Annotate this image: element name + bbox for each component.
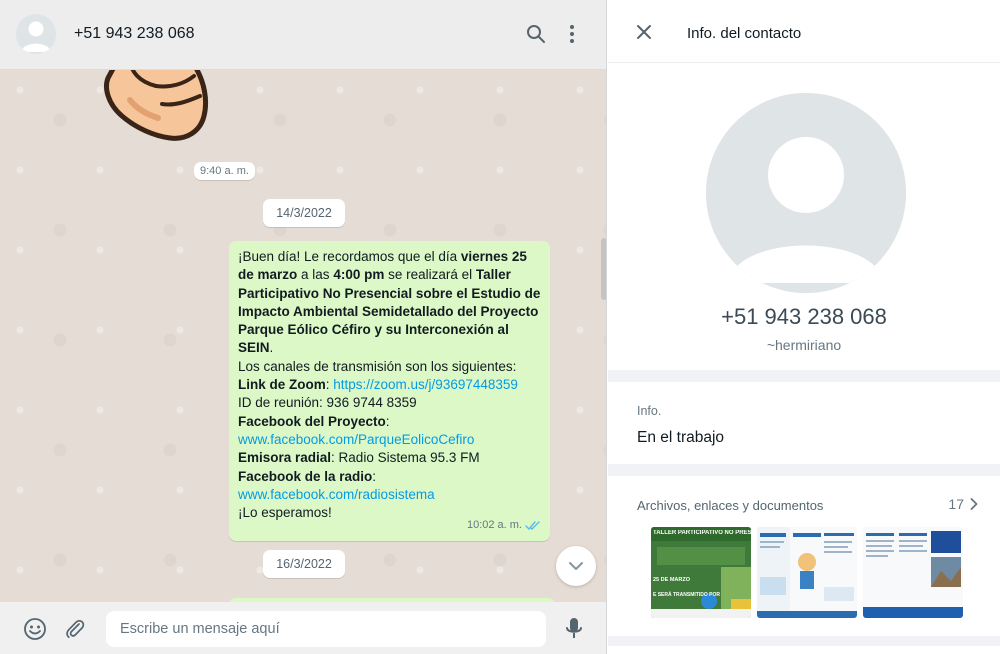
message-composer bbox=[0, 602, 606, 654]
contact-phone: +51 943 238 068 bbox=[721, 304, 887, 329]
date-divider: 14/3/2022 bbox=[263, 199, 345, 227]
media-thumbnail[interactable] bbox=[863, 527, 963, 618]
profile-card: +51 943 238 068 ~hermiriano bbox=[608, 63, 1000, 370]
default-avatar-icon bbox=[706, 93, 906, 293]
brochure-image bbox=[757, 527, 857, 618]
scroll-down-button[interactable] bbox=[556, 546, 596, 586]
about-label: Info. bbox=[637, 404, 662, 418]
more-vertical-icon[interactable] bbox=[558, 20, 586, 48]
contact-info-header: Info. del contacto bbox=[608, 0, 1000, 63]
message-line-fb-radio-label: Facebook de la radio: bbox=[238, 468, 377, 484]
media-thumbnail[interactable]: TALLER PARTICIPATIVO NO PRESENCI 25 DE M… bbox=[651, 527, 751, 618]
next-section-card bbox=[608, 646, 1000, 654]
outgoing-message[interactable]: ¡Buen día! Le recordamos que el día vier… bbox=[229, 241, 550, 541]
message-line-meeting-id: ID de reunión: 936 9744 8359 bbox=[238, 395, 417, 411]
media-card: Archivos, enlaces y documentos 17 TALLER… bbox=[608, 476, 1000, 636]
emoji-icon[interactable] bbox=[22, 616, 48, 642]
message-input[interactable] bbox=[106, 611, 546, 647]
message-line-radio: Emisora radial: Radio Sistema 95.3 FM bbox=[238, 450, 480, 466]
brochure-image bbox=[863, 527, 963, 618]
scrollbar-thumb[interactable] bbox=[601, 238, 606, 300]
message-time: 10:02 a. m. bbox=[466, 519, 522, 532]
contact-info-title: Info. del contacto bbox=[687, 25, 802, 42]
chat-pane: +51 943 238 068 9:40 a. m. 14/3/2022 ¡Bu… bbox=[0, 0, 607, 654]
media-count-button[interactable]: 17 bbox=[948, 496, 978, 512]
message-line-channels: Los canales de transmisión son los sigui… bbox=[238, 358, 517, 374]
message-line-zoom: Link de Zoom: https://zoom.us/j/93697448… bbox=[238, 377, 518, 393]
message-text: ¡Buen día! Le recordamos que el día vier… bbox=[238, 249, 541, 356]
profile-photo[interactable] bbox=[706, 93, 906, 293]
about-card: Info. En el trabajo bbox=[608, 382, 1000, 464]
media-label[interactable]: Archivos, enlaces y documentos bbox=[637, 498, 823, 513]
chevron-down-icon bbox=[569, 562, 583, 570]
thumbs-up-sticker[interactable] bbox=[100, 70, 215, 150]
contact-avatar[interactable] bbox=[16, 14, 56, 54]
thumbnail-caption: 25 DE MARZO bbox=[653, 577, 690, 583]
paperclip-icon[interactable] bbox=[62, 616, 88, 642]
chat-header[interactable]: +51 943 238 068 bbox=[0, 0, 606, 70]
sticker-timestamp: 9:40 a. m. bbox=[194, 162, 255, 180]
double-check-icon bbox=[525, 521, 540, 531]
poster-image bbox=[651, 527, 751, 618]
date-divider: 16/3/2022 bbox=[263, 550, 345, 578]
message-line-fb-project-label: Facebook del Proyecto: bbox=[238, 413, 390, 429]
fb-radio-link[interactable]: www.facebook.com/radiosistema bbox=[238, 487, 435, 502]
message-list[interactable]: 9:40 a. m. 14/3/2022 ¡Buen día! Le recor… bbox=[0, 70, 606, 602]
thumbnail-caption: E SERÁ TRANSMITIDO POR bbox=[653, 592, 720, 598]
default-avatar-icon bbox=[16, 14, 56, 54]
close-icon[interactable] bbox=[634, 22, 654, 42]
media-thumbnail[interactable] bbox=[757, 527, 857, 618]
contact-info-pane: Info. del contacto +51 943 238 068 ~herm… bbox=[608, 0, 1000, 654]
chevron-right-icon bbox=[970, 498, 978, 510]
about-text: En el trabajo bbox=[637, 429, 725, 446]
fb-project-link[interactable]: www.facebook.com/ParqueEolicoCefiro bbox=[238, 432, 474, 447]
zoom-link[interactable]: https://zoom.us/j/93697448359 bbox=[333, 377, 518, 392]
media-count: 17 bbox=[948, 496, 964, 512]
thumbnail-caption: TALLER PARTICIPATIVO NO PRESENCI bbox=[653, 530, 751, 536]
microphone-icon[interactable] bbox=[561, 616, 587, 642]
contact-nickname: ~hermiriano bbox=[766, 337, 842, 353]
search-icon[interactable] bbox=[522, 20, 550, 48]
chat-contact-name[interactable]: +51 943 238 068 bbox=[74, 25, 195, 43]
